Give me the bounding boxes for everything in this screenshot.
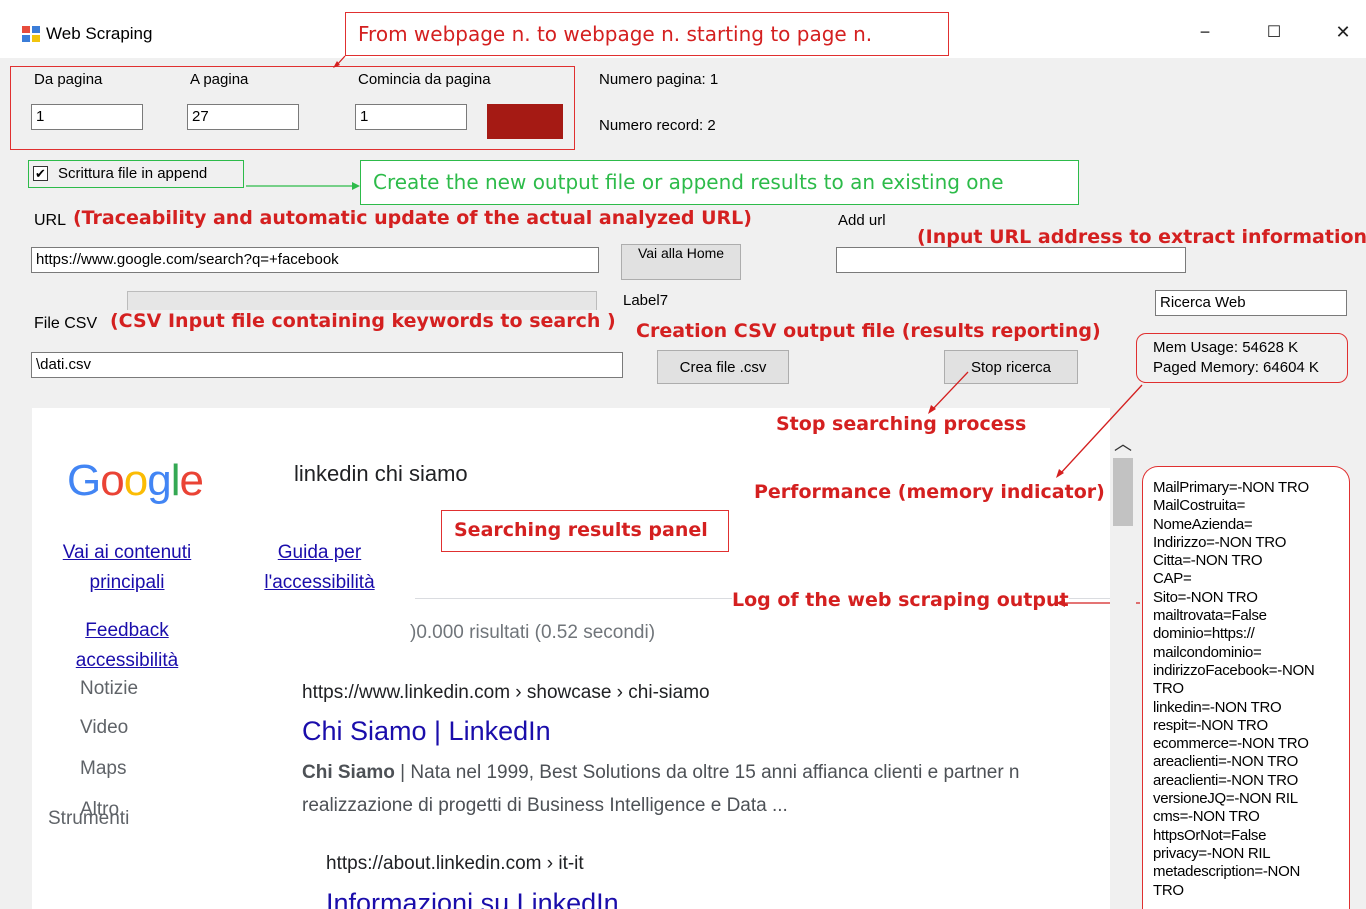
- crea-file-button[interactable]: Crea file .csv: [657, 350, 789, 384]
- nav-maps[interactable]: Maps: [80, 758, 126, 780]
- result1-snippet-bold: Chi Siamo: [302, 762, 395, 783]
- log-line: dominio=https://: [1153, 625, 1255, 643]
- color-swatch[interactable]: [487, 104, 563, 139]
- scraping-log: MailPrimary=-NON TRO MailCostruita= NomeAz…: [1142, 466, 1350, 909]
- google-logo: Google: [67, 456, 204, 506]
- comincia-label: Comincia da pagina: [358, 71, 491, 88]
- nav-news[interactable]: Notizie: [80, 678, 138, 700]
- accessibility-link-line: Guida per: [277, 542, 362, 563]
- url-label: URL: [34, 212, 67, 229]
- csv-output-annotation: Creation CSV output file (results report…: [636, 320, 1101, 342]
- append-checkbox-label[interactable]: Scrittura file in append: [58, 165, 207, 182]
- log-line: TRO: [1153, 680, 1184, 698]
- stop-annotation: Stop searching process: [776, 413, 1027, 435]
- feedback-link-line: Feedback: [85, 620, 169, 641]
- result1-url: https://www.linkedin.com › showcase › ch…: [302, 682, 710, 703]
- mem-usage: Mem Usage: 54628 K: [1153, 339, 1299, 356]
- log-line: TRO: [1153, 881, 1184, 899]
- numero-record: Numero record: 2: [599, 117, 716, 134]
- app-icon: [22, 26, 40, 42]
- skip-main-link[interactable]: Vai ai contenuti principali: [47, 538, 207, 598]
- result2-url: https://about.linkedin.com › it-it: [326, 853, 584, 874]
- nav-tools[interactable]: Strumenti: [48, 808, 129, 830]
- url-annotation: (Traceability and automatic update of th…: [73, 207, 752, 229]
- log-line: mailtrovata=False: [1153, 607, 1267, 625]
- da-pagina-input[interactable]: 1: [31, 104, 143, 130]
- log-line: NomeAzienda=: [1153, 515, 1253, 533]
- accessibility-link-line: l'accessibilità: [264, 572, 375, 593]
- ricerca-web-input[interactable]: Ricerca Web: [1155, 290, 1347, 316]
- pages-annotation: From webpage n. to webpage n. starting t…: [358, 22, 873, 46]
- scroll-up-icon[interactable]: ︿: [1114, 430, 1132, 456]
- search-query[interactable]: linkedin chi siamo: [294, 461, 468, 487]
- da-pagina-label: Da pagina: [34, 71, 103, 88]
- result1-snippet-rest: | Nata nel 1999, Best Solutions da oltre…: [394, 762, 1020, 783]
- csv-input-annotation: (CSV Input file containing keywords to s…: [110, 310, 616, 332]
- log-line: MailPrimary=-NON TRO: [1153, 479, 1309, 496]
- a-pagina-label: A pagina: [190, 71, 249, 88]
- add-url-label: Add url: [838, 212, 886, 229]
- log-line: ecommerce=-NON TRO: [1153, 735, 1309, 753]
- file-csv-input[interactable]: \dati.csv: [31, 352, 623, 378]
- log-line: MailCostruita=: [1153, 497, 1246, 515]
- log-lines: MailPrimary=-NON TRO MailCostruita= NomeAz…: [1143, 467, 1349, 900]
- log-line: mailcondominio=: [1153, 643, 1262, 661]
- comincia-input[interactable]: 1: [355, 104, 467, 130]
- log-annotation: Log of the web scraping output: [732, 589, 1069, 611]
- skip-main-link-line: principali: [89, 572, 165, 593]
- performance-annotation: Performance (memory indicator): [754, 481, 1105, 503]
- result1-title[interactable]: Chi Siamo | LinkedIn: [302, 716, 551, 747]
- log-line: cms=-NON TRO: [1153, 808, 1260, 826]
- stop-ricerca-button[interactable]: Stop ricerca: [944, 350, 1078, 384]
- numero-pagina: Numero pagina: 1: [599, 71, 719, 88]
- result2-title[interactable]: Informazioni su LinkedIn: [326, 888, 619, 909]
- label7: Label7: [623, 292, 669, 309]
- minimize-button[interactable]: −: [1190, 22, 1220, 43]
- append-arrow: [246, 182, 360, 190]
- results-panel-annotation: Searching results panel: [454, 519, 708, 541]
- log-line: respit=-NON TRO: [1153, 716, 1268, 734]
- url-input[interactable]: https://www.google.com/search?q=+faceboo…: [31, 247, 599, 273]
- log-line: metadescription=-NON: [1153, 863, 1300, 881]
- skip-main-link-line: Vai ai contenuti: [62, 542, 192, 563]
- close-button[interactable]: ✕: [1328, 22, 1358, 43]
- file-csv-label: File CSV: [34, 315, 98, 332]
- log-line: Sito=-NON TRO: [1153, 588, 1258, 606]
- add-url-input[interactable]: [836, 247, 1186, 273]
- result1-snippet: Chi Siamo | Nata nel 1999, Best Solution…: [302, 762, 1020, 784]
- results-count: )0.000 risultati (0.52 secondi): [410, 622, 656, 643]
- append-annotation: Create the new output file or append res…: [373, 170, 1004, 194]
- add-url-annotation: (Input URL address to extract informatio…: [917, 226, 1366, 248]
- log-line: areaclienti=-NON TRO: [1153, 771, 1299, 789]
- accessibility-link[interactable]: Guida per l'accessibilità: [242, 538, 397, 598]
- log-line: indirizzoFacebook=-NON: [1153, 661, 1315, 679]
- google-logo-letter: G: [67, 456, 101, 505]
- google-logo-letter: g: [147, 456, 172, 505]
- log-line: Citta=-NON TRO: [1153, 552, 1263, 570]
- window-title: Web Scraping: [46, 24, 153, 43]
- result1-snippet-line2: realizzazione di progetti di Business In…: [302, 795, 788, 816]
- feedback-link-line: accessibilità: [75, 650, 179, 671]
- append-checkbox[interactable]: ✔: [33, 166, 48, 181]
- log-line: CAP=: [1153, 570, 1192, 588]
- google-logo-letter: o: [100, 456, 125, 505]
- log-line: versioneJQ=-NON RIL: [1153, 790, 1298, 808]
- vai-home-button[interactable]: Vai alla Home: [621, 244, 741, 280]
- log-line: areaclienti=-NON TRO: [1153, 753, 1299, 771]
- scrollbar-thumb[interactable]: [1113, 458, 1133, 526]
- log-line: Indirizzo=-NON TRO: [1153, 533, 1287, 551]
- feedback-link[interactable]: Feedback accessibilità: [47, 616, 207, 676]
- log-line: privacy=-NON RIL: [1153, 844, 1271, 862]
- paged-memory: Paged Memory: 64604 K: [1153, 359, 1319, 376]
- google-logo-letter: o: [123, 456, 149, 505]
- a-pagina-input[interactable]: 27: [187, 104, 299, 130]
- log-line: linkedin=-NON TRO: [1153, 698, 1282, 716]
- maximize-button[interactable]: ☐: [1259, 22, 1289, 42]
- google-logo-letter: e: [179, 456, 204, 505]
- log-line: httpsOrNot=False: [1153, 826, 1267, 844]
- nav-video[interactable]: Video: [80, 717, 128, 739]
